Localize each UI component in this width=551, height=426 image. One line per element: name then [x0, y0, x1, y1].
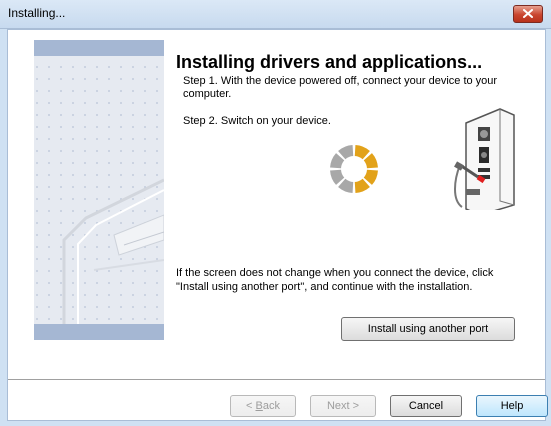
cancel-button[interactable]: Cancel	[390, 395, 462, 417]
panel-band-bottom	[34, 324, 164, 340]
computer-cable-icon	[454, 108, 515, 210]
info-text: If the screen does not change when you c…	[176, 267, 494, 293]
back-button-prefix: <	[246, 400, 256, 412]
next-button[interactable]: Next >	[310, 395, 376, 417]
next-button-label: Next >	[326, 400, 360, 412]
loading-spinner-icon	[330, 145, 378, 193]
printer-drawing	[34, 56, 164, 324]
spinner-segments	[330, 145, 378, 193]
installer-window: Installing... Installing drivers and app…	[0, 0, 551, 426]
printer-illustration	[34, 40, 164, 340]
title-bar[interactable]: Installing...	[0, 0, 551, 29]
window-title: Installing...	[8, 6, 66, 20]
install-another-port-button[interactable]: Install using another port	[341, 317, 515, 341]
close-button[interactable]	[513, 5, 543, 23]
back-button[interactable]: < Back	[230, 395, 296, 417]
help-button[interactable]: Help	[476, 395, 548, 417]
dialog-body: Installing drivers and applications... S…	[7, 29, 548, 421]
step-1-text: Step 1. With the device powered off, con…	[183, 75, 498, 100]
back-button-accel: B	[255, 400, 263, 412]
back-button-rest: ack	[262, 400, 280, 412]
page-title: Installing drivers and applications...	[176, 52, 483, 72]
footer-separator	[8, 379, 545, 380]
step-2-text: Step 2. Switch on your device.	[183, 115, 331, 127]
close-icon	[523, 9, 533, 18]
